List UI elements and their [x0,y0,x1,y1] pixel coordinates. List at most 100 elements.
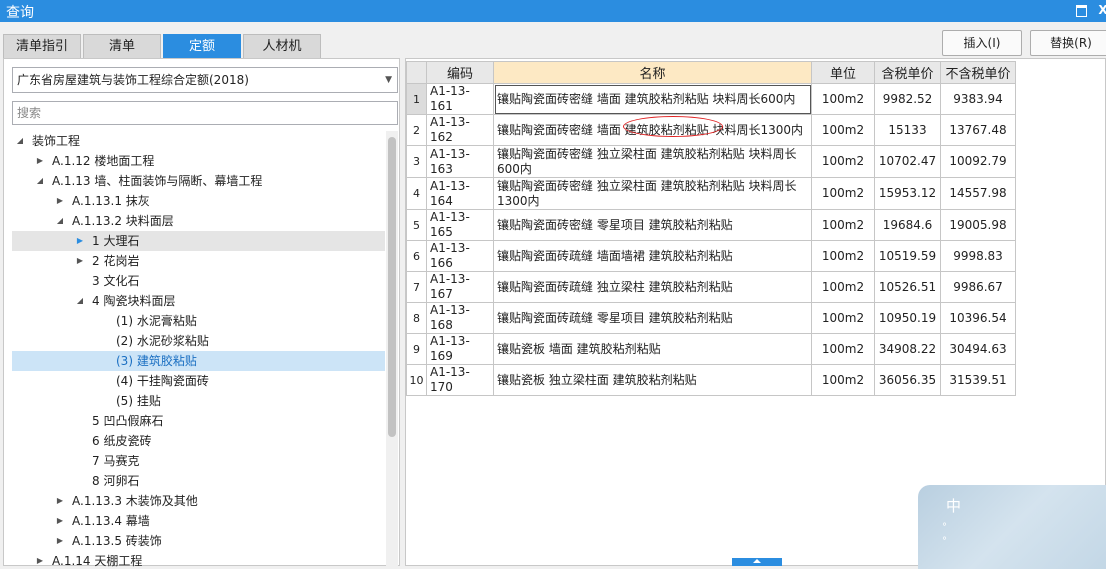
maximize-icon[interactable] [1074,3,1088,17]
tab-quota[interactable]: 定额 [163,34,241,58]
tree-node[interactable]: ▶ A.1.13.1 抹灰 [12,191,385,211]
tree-node[interactable]: ◢ 装饰工程 [12,131,385,151]
code-cell[interactable]: A1-13-167 [426,271,494,303]
name-cell[interactable]: 镶贴瓷板 独立梁柱面 建筑胶粘剂粘贴 [493,364,812,396]
price-notax-cell[interactable]: 9986.67 [940,271,1016,303]
price-notax-cell[interactable]: 10396.54 [940,302,1016,334]
collapsed-icon[interactable]: ▶ [54,531,66,551]
code-cell[interactable]: A1-13-163 [426,145,494,178]
tree-node[interactable]: ◢ A.1.13.2 块料面层 [12,211,385,231]
collapsed-icon[interactable]: ▶ [74,231,86,251]
chevron-down-icon[interactable]: ▼ [385,68,392,92]
tree-node[interactable]: ▶ A.1.13.5 砖装饰 [12,531,385,551]
unit-cell[interactable]: 100m2 [811,145,875,178]
price-tax-cell[interactable]: 10526.51 [874,271,941,303]
name-cell[interactable]: 镶贴陶瓷面砖密缝 墙面 建筑胶粘剂粘贴 块料周长1300内 [493,114,812,146]
expanded-icon[interactable]: ◢ [34,171,46,191]
tree-node[interactable]: 6 纸皮瓷砖 [12,431,385,451]
tree-node[interactable]: 3 文化石 [12,271,385,291]
tree-node[interactable]: 7 马赛克 [12,451,385,471]
unit-cell[interactable]: 100m2 [811,364,875,396]
tree-node[interactable]: (4) 干挂陶瓷面砖 [12,371,385,391]
price-notax-cell[interactable]: 9383.94 [940,83,1016,115]
table-row[interactable]: 5 A1-13-165 镶贴陶瓷面砖密缝 零星项目 建筑胶粘剂粘贴 100m2 … [406,209,1016,241]
tree-node[interactable]: ▶ A.1.14 天棚工程 [12,551,385,567]
tree-node[interactable]: ◢ A.1.13 墙、柱面装饰与隔断、幕墙工程 [12,171,385,191]
table-row[interactable]: 1 A1-13-161 镶贴陶瓷面砖密缝 墙面 建筑胶粘剂粘贴 块料周长600内… [406,83,1016,115]
code-cell[interactable]: A1-13-168 [426,302,494,334]
unit-cell[interactable]: 100m2 [811,271,875,303]
code-cell[interactable]: A1-13-169 [426,333,494,365]
price-tax-cell[interactable]: 9982.52 [874,83,941,115]
tree-node[interactable]: (1) 水泥膏粘贴 [12,311,385,331]
collapsed-icon[interactable]: ▶ [34,551,46,567]
price-tax-cell[interactable]: 10950.19 [874,302,941,334]
collapsed-icon[interactable]: ▶ [54,511,66,531]
code-cell[interactable]: A1-13-165 [426,209,494,241]
column-header-price-tax[interactable]: 含税单价 [874,61,941,84]
name-cell[interactable]: 镶贴陶瓷面砖密缝 零星项目 建筑胶粘剂粘贴 [493,209,812,241]
price-notax-cell[interactable]: 10092.79 [940,145,1016,178]
input-method-widget[interactable]: 中 ° ° [918,485,1106,569]
table-row[interactable]: 2 A1-13-162 镶贴陶瓷面砖密缝 墙面 建筑胶粘剂粘贴 块料周长1300… [406,114,1016,146]
tree-node[interactable]: ◢ 4 陶瓷块料面层 [12,291,385,311]
table-row[interactable]: 8 A1-13-168 镶贴陶瓷面砖疏缝 零星项目 建筑胶粘剂粘贴 100m2 … [406,302,1016,334]
unit-cell[interactable]: 100m2 [811,83,875,115]
unit-cell[interactable]: 100m2 [811,302,875,334]
tree-scrollbar[interactable] [386,131,398,567]
price-tax-cell[interactable]: 34908.22 [874,333,941,365]
table-row[interactable]: 3 A1-13-163 镶贴陶瓷面砖密缝 独立梁柱面 建筑胶粘剂粘贴 块料周长6… [406,145,1016,178]
price-notax-cell[interactable]: 13767.48 [940,114,1016,146]
tab-labor-material-machine[interactable]: 人材机 [243,34,321,58]
name-cell[interactable]: 镶贴陶瓷面砖疏缝 零星项目 建筑胶粘剂粘贴 [493,302,812,334]
expanded-icon[interactable]: ◢ [54,211,66,231]
tree-node[interactable]: (2) 水泥砂浆粘贴 [12,331,385,351]
tree-node-hovered[interactable]: ▶ 1 大理石 [12,231,385,251]
tree-node[interactable]: 8 河卵石 [12,471,385,491]
quota-library-select[interactable]: 广东省房屋建筑与装饰工程综合定额(2018) ▼ [12,67,398,93]
price-tax-cell[interactable]: 36056.35 [874,364,941,396]
tree-node[interactable]: ▶ 2 花岗岩 [12,251,385,271]
search-input[interactable] [12,101,398,125]
tree-node[interactable]: ▶ A.1.13.4 幕墙 [12,511,385,531]
collapsed-icon[interactable]: ▶ [74,251,86,271]
column-header-code[interactable]: 编码 [426,61,494,84]
close-button[interactable]: X [1096,3,1106,17]
tree-node[interactable]: ▶ A.1.12 楼地面工程 [12,151,385,171]
price-tax-cell[interactable]: 10702.47 [874,145,941,178]
code-cell[interactable]: A1-13-164 [426,177,494,210]
tab-bill[interactable]: 清单 [83,34,161,58]
price-notax-cell[interactable]: 14557.98 [940,177,1016,210]
expanded-icon[interactable]: ◢ [14,131,26,151]
name-cell[interactable]: 镶贴陶瓷面砖疏缝 墙面墙裙 建筑胶粘剂粘贴 [493,240,812,272]
collapsed-icon[interactable]: ▶ [54,191,66,211]
unit-cell[interactable]: 100m2 [811,177,875,210]
tree-node[interactable]: 5 凹凸假麻石 [12,411,385,431]
price-notax-cell[interactable]: 31539.51 [940,364,1016,396]
code-cell[interactable]: A1-13-162 [426,114,494,146]
column-header-unit[interactable]: 单位 [811,61,875,84]
name-cell[interactable]: 镶贴瓷板 墙面 建筑胶粘剂粘贴 [493,333,812,365]
collapse-panel-handle[interactable] [732,558,782,566]
table-row[interactable]: 10 A1-13-170 镶贴瓷板 独立梁柱面 建筑胶粘剂粘贴 100m2 36… [406,364,1016,396]
price-notax-cell[interactable]: 19005.98 [940,209,1016,241]
price-tax-cell[interactable]: 19684.6 [874,209,941,241]
name-cell[interactable]: 镶贴陶瓷面砖密缝 墙面 建筑胶粘剂粘贴 块料周长600内 [493,83,812,115]
unit-cell[interactable]: 100m2 [811,114,875,146]
tree-node[interactable]: (5) 挂贴 [12,391,385,411]
tab-bill-guide[interactable]: 清单指引 [3,34,81,58]
name-cell[interactable]: 镶贴陶瓷面砖疏缝 独立梁柱 建筑胶粘剂粘贴 [493,271,812,303]
name-cell[interactable]: 镶贴陶瓷面砖密缝 独立梁柱面 建筑胶粘剂粘贴 块料周长600内 [493,145,812,178]
column-header-name[interactable]: 名称 [493,61,812,84]
expanded-icon[interactable]: ◢ [74,291,86,311]
insert-button[interactable]: 插入(I) [942,30,1022,56]
collapsed-icon[interactable]: ▶ [34,151,46,171]
table-row[interactable]: 9 A1-13-169 镶贴瓷板 墙面 建筑胶粘剂粘贴 100m2 34908.… [406,333,1016,365]
price-tax-cell[interactable]: 10519.59 [874,240,941,272]
column-header-price-notax[interactable]: 不含税单价 [940,61,1016,84]
tree-node-selected[interactable]: (3) 建筑胶粘贴 [12,351,385,371]
unit-cell[interactable]: 100m2 [811,209,875,241]
table-row[interactable]: 7 A1-13-167 镶贴陶瓷面砖疏缝 独立梁柱 建筑胶粘剂粘贴 100m2 … [406,271,1016,303]
tree-node[interactable]: ▶ A.1.13.3 木装饰及其他 [12,491,385,511]
price-notax-cell[interactable]: 30494.63 [940,333,1016,365]
